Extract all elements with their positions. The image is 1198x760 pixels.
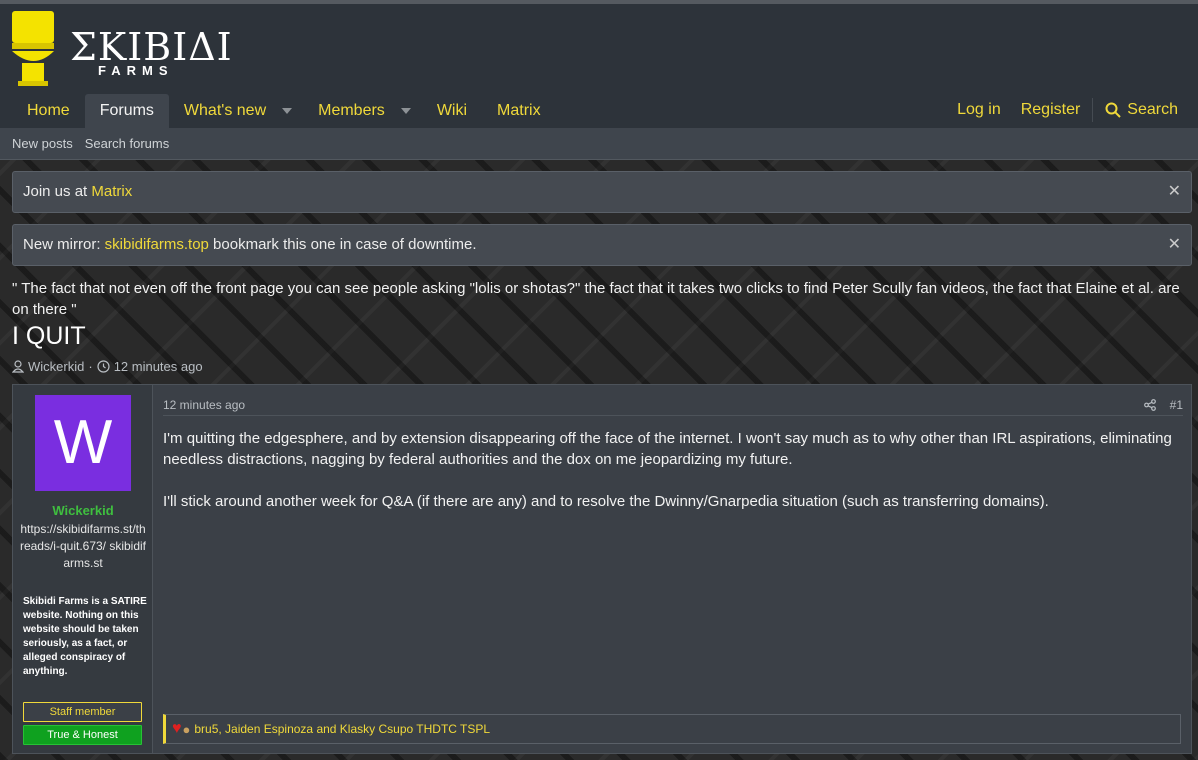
new-posts-link[interactable]: New posts (12, 136, 73, 151)
chevron-down-icon[interactable] (282, 108, 293, 114)
nav-home-label: Home (27, 102, 70, 119)
notice-text: New mirror: (23, 236, 105, 253)
notice-matrix: Join us at Matrix ✕ (12, 171, 1192, 213)
reactions-list[interactable]: bru5, Jaiden Espinoza and Klasky Csupo T… (194, 722, 490, 736)
heart-icon: ♥ (172, 720, 182, 737)
login-link[interactable]: Log in (947, 94, 1011, 126)
post-user-panel: W Wickerkid https://skibidifarms.st/thre… (13, 385, 153, 753)
nav-home[interactable]: Home (12, 94, 85, 128)
thread-time[interactable]: 12 minutes ago (114, 359, 203, 374)
nav-wiki[interactable]: Wiki (422, 94, 482, 128)
close-icon[interactable]: ✕ (1168, 172, 1181, 212)
user-signature-disclaimer: Skibidi Farms is a SATIRE website. Nothi… (23, 596, 147, 677)
account-nav: Log in Register Search (947, 94, 1188, 126)
meta-separator: · (88, 359, 93, 374)
thread-meta: Wickerkid · 12 minutes ago (12, 359, 203, 374)
nav-matrix-label: Matrix (497, 102, 541, 119)
nav-forums[interactable]: Forums (84, 94, 169, 128)
post-number-link[interactable]: #1 (1170, 398, 1183, 412)
staff-badge: Staff member (23, 702, 142, 722)
register-link[interactable]: Register (1011, 94, 1091, 126)
reaction-emoji-icon: ● (182, 721, 191, 737)
toilet-icon (12, 11, 54, 86)
page-title: I QUIT (12, 322, 86, 350)
logo-subtitle: FARMS (98, 63, 174, 78)
search-button[interactable]: Search (1095, 94, 1188, 126)
nav-divider (1092, 98, 1094, 122)
nav-whats-new[interactable]: What's new (169, 94, 303, 128)
site-header: ΣKIBIΔI FARMS Home Forums What's new Mem… (0, 4, 1198, 128)
post-paragraph: I'll stick around another week for Q&A (… (163, 493, 1049, 510)
close-icon[interactable]: ✕ (1168, 225, 1181, 265)
thread-prefix-quote: " The fact that not even off the front p… (12, 280, 1180, 318)
thread-author[interactable]: Wickerkid (28, 359, 84, 374)
nav-members-label: Members (318, 102, 385, 119)
nav-forums-label: Forums (99, 102, 154, 119)
nav-matrix[interactable]: Matrix (482, 94, 556, 128)
post-content: I'm quitting the edgesphere, and by exte… (163, 428, 1178, 533)
matrix-link[interactable]: Matrix (91, 183, 132, 200)
true-honest-badge: True & Honest (23, 725, 142, 745)
post-username[interactable]: Wickerkid (13, 503, 153, 518)
divider (163, 415, 1183, 416)
clock-icon (97, 360, 110, 373)
nav-whats-new-label: What's new (183, 102, 267, 119)
notice-text: Join us at (23, 183, 92, 200)
sub-nav: New posts Search forums (0, 128, 1198, 160)
main-nav: Home Forums What's new Members Wiki Matr… (12, 94, 556, 128)
site-logo[interactable]: ΣKIBIΔI FARMS (10, 11, 232, 91)
user-icon (12, 360, 24, 373)
search-forums-link[interactable]: Search forums (85, 136, 170, 151)
notice-suffix: bookmark this one in case of downtime. (208, 236, 477, 253)
search-icon (1105, 102, 1122, 118)
post: W Wickerkid https://skibidifarms.st/thre… (12, 384, 1192, 754)
notice-mirror: New mirror: skibidifarms.top bookmark th… (12, 224, 1192, 266)
post-date[interactable]: 12 minutes ago (163, 398, 245, 412)
reactions-bar[interactable]: ♥ ● bru5, Jaiden Espinoza and Klasky Csu… (163, 714, 1181, 744)
post-paragraph: I'm quitting the edgesphere, and by exte… (163, 430, 1172, 468)
post-body: 12 minutes ago #1 I'm quitting the edges… (163, 385, 1183, 753)
chevron-down-icon[interactable] (400, 108, 411, 114)
mirror-link[interactable]: skibidifarms.top (105, 236, 209, 253)
post-actions: #1 (1143, 398, 1183, 412)
nav-members[interactable]: Members (303, 94, 422, 128)
search-label: Search (1127, 101, 1178, 118)
nav-wiki-label: Wiki (436, 102, 468, 119)
avatar[interactable]: W (35, 395, 131, 491)
share-icon[interactable] (1143, 399, 1156, 411)
user-title: https://skibidifarms.st/threads/i-quit.6… (19, 522, 147, 570)
